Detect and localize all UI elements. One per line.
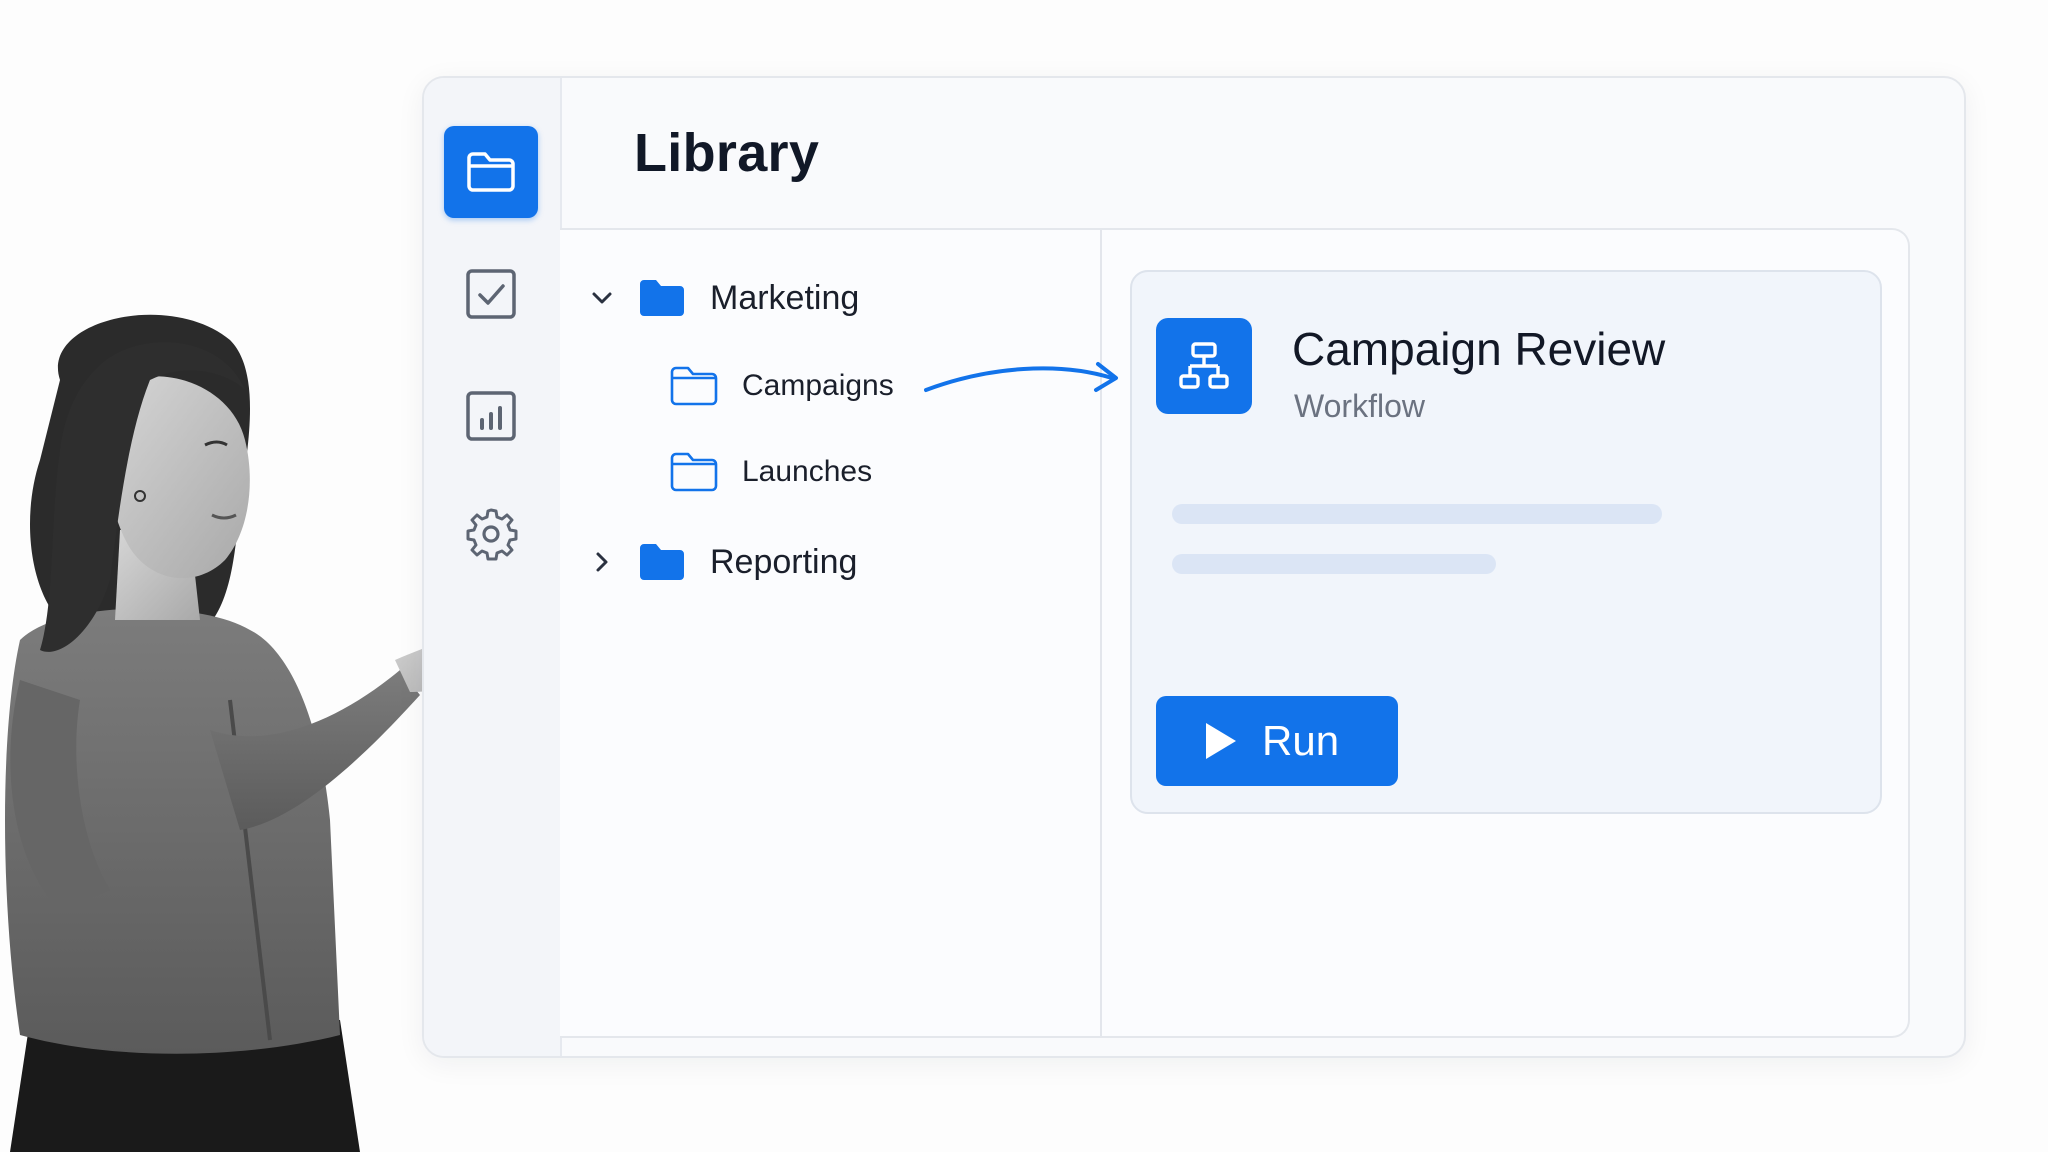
folder-outline-icon <box>670 366 718 406</box>
play-icon <box>1206 723 1236 759</box>
tree-item-marketing[interactable]: Marketing <box>590 278 859 318</box>
pane-divider <box>1100 230 1102 1036</box>
folder-filled-icon <box>640 544 684 580</box>
bar-chart-icon <box>466 391 516 441</box>
page-title: Library <box>634 123 820 183</box>
tree-item-reporting[interactable]: Reporting <box>590 542 857 582</box>
card-subtitle: Workflow <box>1294 388 1425 424</box>
folder-outline-icon <box>670 452 718 492</box>
run-button-label: Run <box>1262 717 1340 764</box>
rail-item-tasks[interactable] <box>444 248 538 340</box>
chevron-down-icon[interactable] <box>590 286 614 310</box>
folder-icon <box>467 152 515 192</box>
rail-item-reports[interactable] <box>444 370 538 462</box>
tree-item-launches[interactable]: Launches <box>670 452 872 492</box>
run-button[interactable]: Run <box>1156 696 1398 786</box>
folder-filled-icon <box>640 280 684 316</box>
tree-item-label: Marketing <box>710 278 860 317</box>
gear-icon <box>466 508 518 561</box>
tree-item-label: Reporting <box>710 542 858 581</box>
placeholder-line <box>1172 554 1496 574</box>
stage: Library Marketing Campaigns Launches Rep… <box>0 0 2048 1152</box>
checkbox-icon <box>466 269 516 319</box>
rail-item-settings[interactable] <box>444 488 538 580</box>
workflow-icon <box>1156 318 1252 414</box>
tree-item-label: Campaigns <box>742 369 894 402</box>
tree-item-campaigns[interactable]: Campaigns <box>670 366 894 406</box>
sidebar-rail <box>424 78 562 1056</box>
workflow-card[interactable]: Campaign Review Workflow Run <box>1130 270 1882 814</box>
chevron-right-icon[interactable] <box>590 550 614 574</box>
card-title: Campaign Review <box>1292 323 1666 375</box>
placeholder-line <box>1172 504 1662 524</box>
rail-item-library[interactable] <box>444 126 538 218</box>
tree-item-label: Launches <box>742 455 873 488</box>
